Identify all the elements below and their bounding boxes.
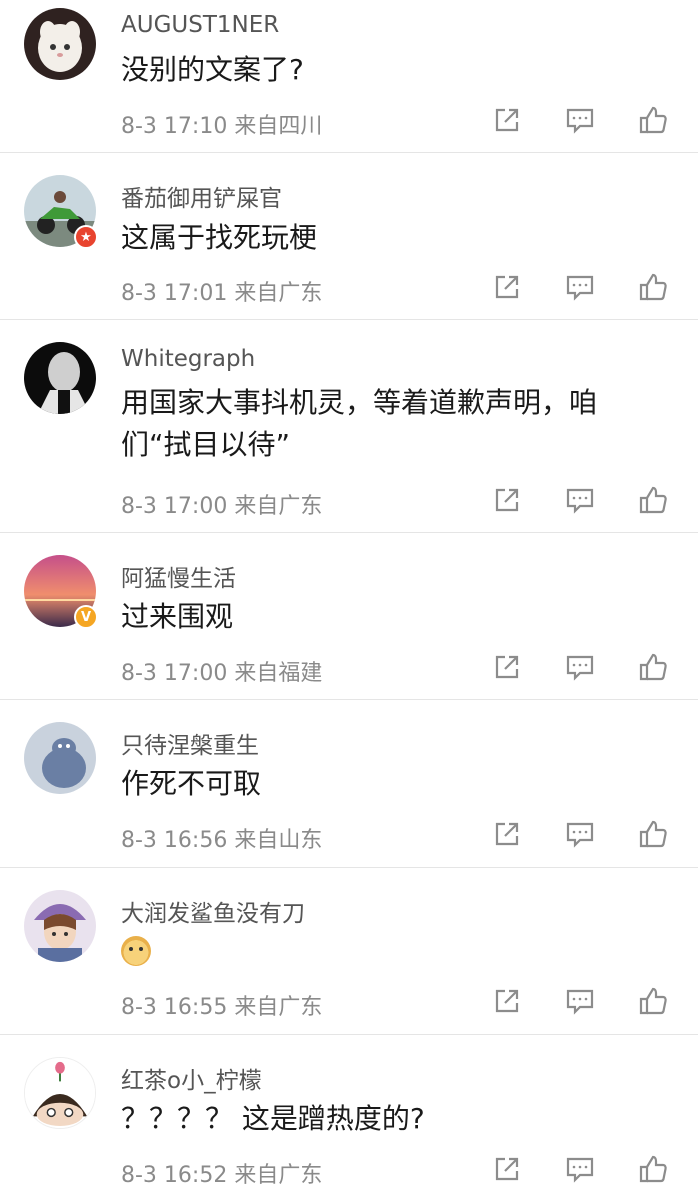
comment-item: V 阿猛慢生活 过来围观 8-3 17:00 来自福建: [0, 533, 698, 700]
verified-badge: ★: [74, 225, 98, 249]
comment-button[interactable]: [563, 984, 597, 1018]
comment-icon: [566, 1157, 594, 1183]
comment-item: AUGUST1NER 没别的文案了? 8-3 17:10 来自四川: [0, 0, 698, 153]
like-button[interactable]: [636, 817, 670, 851]
avatar[interactable]: ★: [24, 175, 98, 249]
comment-meta: 8-3 17:00 来自广东: [121, 494, 323, 519]
comment-button[interactable]: [563, 270, 597, 304]
repost-button[interactable]: [490, 984, 524, 1018]
avatar[interactable]: [24, 342, 96, 414]
repost-button[interactable]: [490, 1152, 524, 1186]
doge-emoji: [121, 936, 151, 966]
username[interactable]: Whitegraph: [121, 346, 255, 372]
avatar[interactable]: [24, 8, 96, 80]
like-button[interactable]: [636, 650, 670, 684]
comment-icon: [566, 488, 594, 514]
comment-meta: 8-3 16:52 来自广东: [121, 1163, 323, 1188]
like-icon: [639, 486, 667, 514]
username[interactable]: AUGUST1NER: [121, 12, 279, 38]
avatar[interactable]: V: [24, 555, 98, 629]
comment-button[interactable]: [563, 1152, 597, 1186]
comment-text: 过来围观: [121, 600, 234, 633]
repost-icon: [495, 108, 519, 132]
comment-text: ？？？？ 这是蹭热度的?: [121, 1102, 425, 1135]
comment-button[interactable]: [563, 483, 597, 517]
comment-item: 红茶o小_柠檬 ？？？？ 这是蹭热度的? 8-3 16:52 来自广东: [0, 1035, 698, 1200]
comment-text: 用国家大事抖机灵，等着道歉声明，咱们“拭目以待”: [121, 386, 598, 461]
like-button[interactable]: [636, 270, 670, 304]
username[interactable]: 只待涅槃重生: [121, 726, 259, 760]
like-button[interactable]: [636, 483, 670, 517]
like-icon: [639, 653, 667, 681]
verified-badge: V: [74, 605, 98, 629]
like-icon: [639, 106, 667, 134]
like-button[interactable]: [636, 103, 670, 137]
comment-item: Whitegraph 用国家大事抖机灵，等着道歉声明，咱们“拭目以待” 8-3 …: [0, 320, 698, 533]
repost-icon: [495, 1157, 519, 1181]
repost-icon: [495, 655, 519, 679]
username[interactable]: 红茶o小_柠檬: [121, 1061, 262, 1095]
comment-meta: 8-3 16:55 来自广东: [121, 995, 323, 1020]
comment-text: 作死不可取: [121, 767, 262, 800]
comment-item: ★ 番茄御用铲屎官 这属于找死玩梗 8-3 17:01 来自广东: [0, 153, 698, 320]
repost-button[interactable]: [490, 650, 524, 684]
comment-icon: [566, 989, 594, 1015]
username[interactable]: 大润发鲨鱼没有刀: [121, 894, 305, 928]
comment-meta: 8-3 17:10 来自四川: [121, 114, 323, 139]
comment-text: 这属于找死玩梗: [121, 221, 318, 254]
comment-icon: [566, 108, 594, 134]
comment-text: 没别的文案了?: [121, 53, 304, 86]
comment-button[interactable]: [563, 817, 597, 851]
username[interactable]: 阿猛慢生活: [121, 559, 236, 593]
like-button[interactable]: [636, 984, 670, 1018]
like-icon: [639, 1155, 667, 1183]
like-icon: [639, 273, 667, 301]
comment-item: 只待涅槃重生 作死不可取 8-3 16:56 来自山东: [0, 700, 698, 868]
comment-meta: 8-3 17:01 来自广东: [121, 281, 323, 306]
repost-icon: [495, 822, 519, 846]
comment-button[interactable]: [563, 650, 597, 684]
repost-button[interactable]: [490, 483, 524, 517]
repost-button[interactable]: [490, 270, 524, 304]
comment-icon: [566, 822, 594, 848]
username[interactable]: 番茄御用铲屎官: [121, 179, 282, 213]
comment-meta: 8-3 16:56 来自山东: [121, 828, 323, 853]
repost-button[interactable]: [490, 103, 524, 137]
repost-icon: [495, 488, 519, 512]
repost-button[interactable]: [490, 817, 524, 851]
comment-item: 大润发鲨鱼没有刀 8-3 16:55 来自广东: [0, 868, 698, 1035]
like-button[interactable]: [636, 1152, 670, 1186]
comment-text: [121, 930, 658, 978]
comment-button[interactable]: [563, 103, 597, 137]
like-icon: [639, 987, 667, 1015]
comment-icon: [566, 275, 594, 301]
avatar[interactable]: [24, 890, 96, 962]
comment-icon: [566, 655, 594, 681]
avatar[interactable]: [24, 722, 96, 794]
like-icon: [639, 820, 667, 848]
repost-icon: [495, 275, 519, 299]
repost-icon: [495, 989, 519, 1013]
avatar[interactable]: [24, 1057, 96, 1129]
comment-meta: 8-3 17:00 来自福建: [121, 661, 323, 686]
